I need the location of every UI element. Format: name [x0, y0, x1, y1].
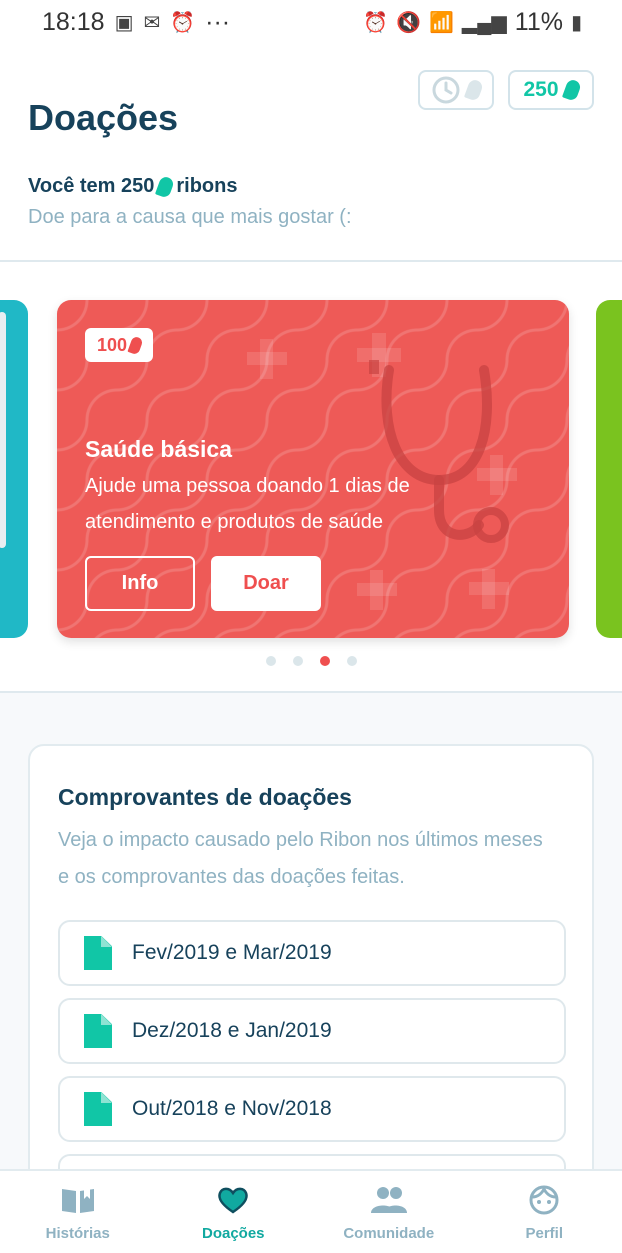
battery-level: 11% [514, 7, 563, 36]
face-icon [529, 1185, 559, 1215]
wifi-icon: 📶 [428, 11, 454, 34]
pagination-dot[interactable] [265, 656, 276, 666]
page-title: Doações [28, 97, 179, 138]
cause-price-badge: 100 [85, 328, 153, 362]
causes-carousel[interactable]: 100 Saúde básica Ajude uma pessoa doando… [0, 260, 622, 693]
carousel-pagination [0, 656, 622, 666]
cross-shape [370, 570, 383, 610]
document-icon [84, 936, 112, 970]
ribon-balance-prefix: Você tem 250 [28, 175, 155, 197]
tab-label: Doações [201, 1225, 265, 1242]
ribon-leaf-icon [464, 78, 484, 102]
receipts-description: Veja o impacto causado pelo Ribon nos úl… [58, 829, 543, 888]
document-icon [84, 1092, 112, 1126]
tab-historias[interactable]: Histórias [0, 1171, 156, 1253]
ribon-leaf-icon [561, 78, 582, 102]
clock-icon [432, 76, 460, 104]
cause-description: Ajude uma pessoa doando 1 dias de atendi… [85, 475, 410, 533]
tab-perfil[interactable]: Perfil [467, 1171, 622, 1253]
header-actions: 250 [418, 70, 594, 110]
heart-icon [218, 1187, 249, 1214]
mute-icon: 🔇 [396, 11, 421, 34]
donate-button[interactable]: Doar [211, 556, 321, 611]
pagination-dot[interactable] [346, 656, 357, 666]
signal-icon: ▂▄▆ [461, 11, 507, 34]
pagination-dot-active[interactable] [319, 656, 330, 666]
tab-label: Perfil [525, 1225, 563, 1242]
status-time: 18:18 [42, 7, 105, 36]
ribon-balance-text: Você tem 250 ribons [28, 174, 238, 199]
receipt-label: Dez/2018 e Jan/2019 [132, 1019, 332, 1042]
people-icon [370, 1187, 407, 1213]
balance-value: 250 [523, 78, 559, 101]
tab-doacoes[interactable]: Doações [156, 1171, 312, 1253]
battery-icon: ▮ [570, 11, 582, 34]
status-bar: 18:18 ▣ ✉ ⏰ ··· ⏰ 🔇 📶 ▂▄▆ 11% ▮ [0, 0, 622, 44]
cross-shape [482, 569, 495, 609]
mail-notification-icon: ✉ [143, 11, 161, 34]
alarm-notification-icon: ⏰ [170, 11, 196, 34]
receipt-label: Fev/2019 e Mar/2019 [132, 941, 332, 964]
history-button[interactable] [418, 70, 494, 110]
book-icon [61, 1186, 94, 1213]
image-notification-icon: ▣ [114, 11, 134, 34]
bottom-tab-bar: Histórias Doações Comunidade Perfil [0, 1169, 622, 1253]
tab-label: Comunidade [343, 1225, 435, 1242]
ribon-leaf-icon [155, 174, 176, 199]
ribon-leaf-icon [127, 335, 144, 355]
ribon-balance-suffix: ribons [176, 175, 238, 197]
pagination-dot[interactable] [292, 656, 303, 666]
info-button[interactable]: Info [85, 556, 195, 611]
receipt-item[interactable]: Fev/2019 e Mar/2019 [58, 920, 566, 986]
balance-button[interactable]: 250 [508, 70, 594, 110]
cause-card[interactable]: 100 Saúde básica Ajude uma pessoa doando… [57, 300, 569, 638]
receipt-item[interactable]: Dez/2018 e Jan/2019 [58, 998, 566, 1064]
tab-label: Histórias [45, 1225, 110, 1242]
previous-cause-card[interactable] [0, 300, 28, 638]
cause-price: 100 [96, 334, 128, 355]
receipt-label: Out/2018 e Nov/2018 [132, 1097, 332, 1120]
receipts-title: Comprovantes de doações [58, 784, 352, 810]
more-notifications-icon: ··· [205, 7, 231, 36]
cause-title: Saúde básica [85, 436, 233, 462]
page-subtitle: Doe para a causa que mais gostar (: [28, 206, 352, 228]
receipts-section: Comprovantes de doações Veja o impacto c… [28, 744, 594, 1204]
next-cause-card[interactable] [596, 300, 622, 638]
cross-shape [260, 339, 273, 379]
alarm-icon: ⏰ [363, 11, 389, 34]
tab-comunidade[interactable]: Comunidade [311, 1171, 467, 1253]
receipt-item[interactable]: Out/2018 e Nov/2018 [58, 1076, 566, 1142]
document-icon [84, 1014, 112, 1048]
